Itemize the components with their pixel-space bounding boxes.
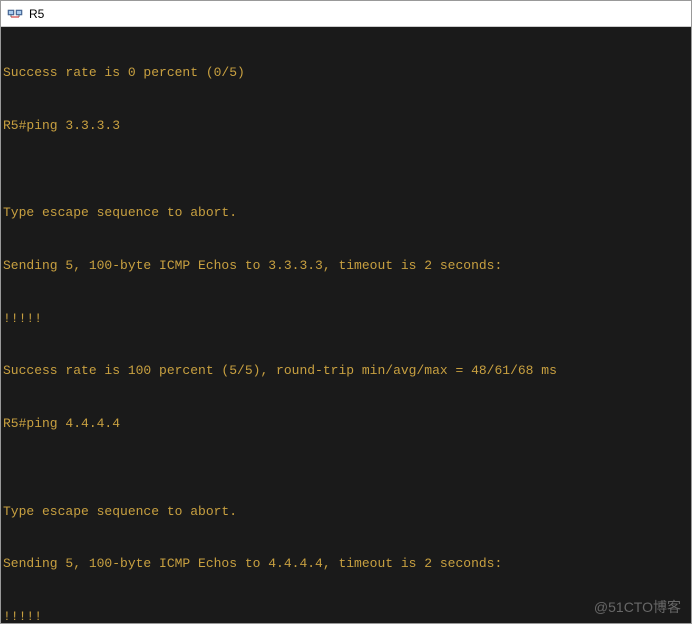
window-title: R5 — [29, 7, 44, 21]
terminal-line: !!!!! — [3, 608, 689, 623]
titlebar[interactable]: R5 — [1, 1, 691, 27]
watermark: @51CTO博客 — [594, 598, 681, 617]
window: R5 Success rate is 0 percent (0/5) R5#pi… — [0, 0, 692, 624]
terminal-line: Type escape sequence to abort. — [3, 503, 689, 521]
terminal-line: Type escape sequence to abort. — [3, 204, 689, 222]
terminal-line: Sending 5, 100-byte ICMP Echos to 4.4.4.… — [3, 555, 689, 573]
terminal-line: Sending 5, 100-byte ICMP Echos to 3.3.3.… — [3, 257, 689, 275]
terminal-line: R5#ping 4.4.4.4 — [3, 415, 689, 433]
app-icon — [7, 6, 23, 22]
terminal-line: R5#ping 3.3.3.3 — [3, 117, 689, 135]
terminal-area[interactable]: Success rate is 0 percent (0/5) R5#ping … — [1, 27, 691, 623]
terminal-line: !!!!! — [3, 310, 689, 328]
terminal-line: Success rate is 0 percent (0/5) — [3, 64, 689, 82]
terminal-line: Success rate is 100 percent (5/5), round… — [3, 362, 689, 380]
